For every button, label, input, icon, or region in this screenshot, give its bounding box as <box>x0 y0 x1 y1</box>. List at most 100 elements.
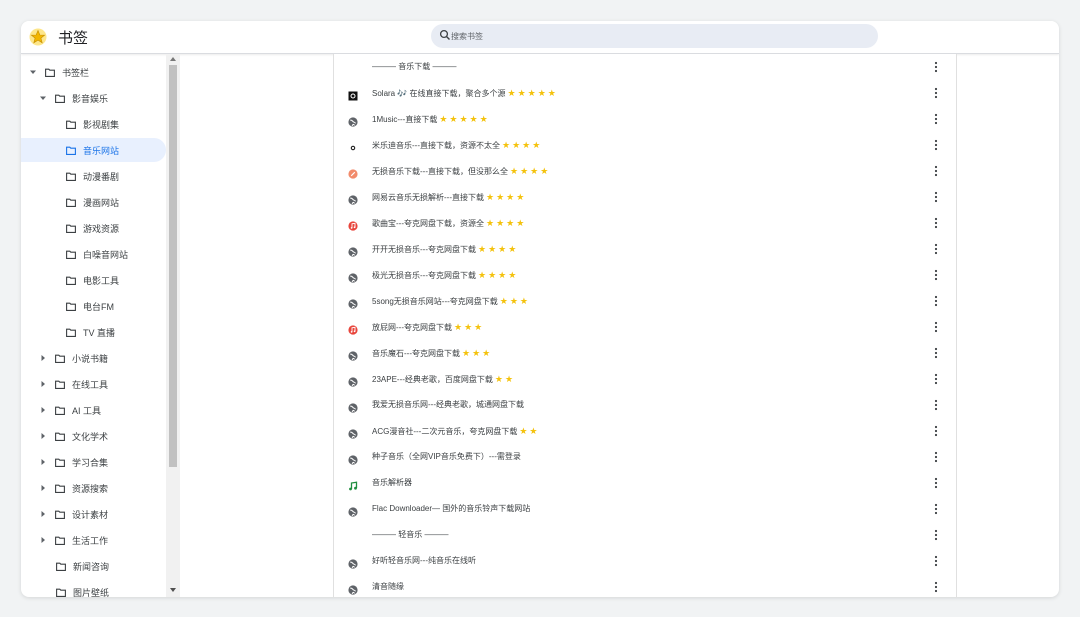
more-vert-icon[interactable] <box>934 581 938 593</box>
search-input[interactable] <box>451 24 871 48</box>
bookmark-title: 开开无损音乐---夸克网盘下载 ★★★★ <box>372 236 518 262</box>
sidebar-folder[interactable]: 漫画网站 <box>21 190 166 214</box>
more-vert-icon[interactable] <box>934 61 938 73</box>
sidebar-folder[interactable]: 图片壁纸 <box>21 580 166 597</box>
more-vert-icon[interactable] <box>934 425 938 437</box>
bookmark-row[interactable]: 5song无损音乐网站---夸克网盘下载 ★★★ <box>334 288 956 314</box>
search-box[interactable] <box>431 24 878 48</box>
scroll-down-arrow-icon[interactable] <box>170 588 176 592</box>
bookmark-star-logo-icon <box>29 28 47 46</box>
sidebar-folder[interactable]: 文化学术 <box>21 424 166 448</box>
more-vert-icon[interactable] <box>934 399 938 411</box>
more-vert-icon[interactable] <box>934 217 938 229</box>
more-vert-icon[interactable] <box>934 321 938 333</box>
separator-row[interactable]: ——— 轻音乐 ——— <box>334 522 956 548</box>
more-vert-icon[interactable] <box>934 269 938 281</box>
bookmark-row[interactable]: 音乐魔石---夸克网盘下载 ★★★ <box>334 340 956 366</box>
bookmark-title: 极光无损音乐---夸克网盘下载 ★★★★ <box>372 262 518 288</box>
sidebar-folder[interactable]: 书签栏 <box>21 60 166 84</box>
separator-row[interactable]: ——— 音乐下载 ——— <box>334 54 956 80</box>
bookmark-row[interactable]: 23APE---经典老歌，百度网盘下载 ★★ <box>334 366 956 392</box>
scroll-up-arrow-icon[interactable] <box>170 57 176 61</box>
folder-icon <box>66 224 76 233</box>
caret-right-icon[interactable] <box>39 536 47 544</box>
globe-icon <box>348 244 358 257</box>
bookmark-row[interactable]: 种子音乐（全网VIP音乐免费下）---需登录 <box>334 444 956 470</box>
bookmark-row[interactable]: 放屁网---夸克网盘下载 ★★★ <box>334 314 956 340</box>
bookmark-row[interactable]: 1Music---直接下载 ★★★★★ <box>334 106 956 132</box>
bookmark-row[interactable]: 音乐解析器 <box>334 470 956 496</box>
rating-stars: ★★★★ <box>486 192 527 202</box>
bookmark-row[interactable]: ACG漫音社---二次元音乐，夸克网盘下载 ★★ <box>334 418 956 444</box>
bookmark-row[interactable]: 我爱无损音乐网---经典老歌，城通网盘下载 <box>334 392 956 418</box>
more-vert-icon[interactable] <box>934 451 938 463</box>
folder-icon <box>56 562 66 571</box>
bookmark-title-text: 歌曲宝---夸克网盘下载，资源全 <box>372 219 484 228</box>
bookmark-title: 放屁网---夸克网盘下载 ★★★ <box>372 314 484 340</box>
sidebar-folder[interactable]: 影视剧集 <box>21 112 166 136</box>
sidebar-scrollbar[interactable] <box>166 54 180 597</box>
more-vert-icon[interactable] <box>934 477 938 489</box>
bookmark-title: 我爱无损音乐网---经典老歌，城通网盘下载 <box>372 392 524 418</box>
more-vert-icon[interactable] <box>934 295 938 307</box>
caret-right-icon[interactable] <box>39 380 47 388</box>
more-vert-icon[interactable] <box>934 529 938 541</box>
more-vert-icon[interactable] <box>934 165 938 177</box>
scroll-thumb[interactable] <box>169 65 177 467</box>
bookmark-row[interactable]: Flac Downloader— 国外的音乐铃声下载网站 <box>334 496 956 522</box>
bookmark-title-text: 1Music---直接下载 <box>372 115 438 124</box>
folder-label: 文化学术 <box>72 431 109 442</box>
more-vert-icon[interactable] <box>934 347 938 359</box>
bookmark-title: 音乐解析器 <box>372 470 412 496</box>
caret-right-icon[interactable] <box>39 354 47 362</box>
sidebar-folder[interactable]: 设计素材 <box>21 502 166 526</box>
folder-label: 影音娱乐 <box>72 93 109 104</box>
sidebar-folder[interactable]: 小说书籍 <box>21 346 166 370</box>
sidebar-folder[interactable]: 白噪音网站 <box>21 242 166 266</box>
caret-down-icon[interactable] <box>39 94 47 102</box>
caret-right-icon[interactable] <box>39 484 47 492</box>
bookmark-row[interactable]: 清音随缘 <box>334 574 956 597</box>
more-vert-icon[interactable] <box>934 87 938 99</box>
sidebar-folder[interactable]: 音乐网站 <box>21 138 166 162</box>
sidebar-folder[interactable]: 新闻咨询 <box>21 554 166 578</box>
bookmark-row[interactable]: 好听轻音乐网---纯音乐在线听 <box>334 548 956 574</box>
caret-right-icon[interactable] <box>39 510 47 518</box>
sidebar-folder[interactable]: 在线工具 <box>21 372 166 396</box>
more-vert-icon[interactable] <box>934 191 938 203</box>
bookmark-title-text: 好听轻音乐网---纯音乐在线听 <box>372 556 476 565</box>
sidebar-folder[interactable]: 生活工作 <box>21 528 166 552</box>
more-vert-icon[interactable] <box>934 373 938 385</box>
folder-label: 生活工作 <box>72 535 109 546</box>
bookmark-row[interactable]: Solara 🎶 在线直接下载，聚合多个源 ★★★★★ <box>334 80 956 106</box>
sidebar-folder[interactable]: 游戏资源 <box>21 216 166 240</box>
bookmark-row[interactable]: 极光无损音乐---夸克网盘下载 ★★★★ <box>334 262 956 288</box>
bookmark-title: 5song无损音乐网站---夸克网盘下载 ★★★ <box>372 288 530 314</box>
bookmark-row[interactable]: 开开无损音乐---夸克网盘下载 ★★★★ <box>334 236 956 262</box>
folder-label: 小说书籍 <box>72 353 109 364</box>
more-vert-icon[interactable] <box>934 243 938 255</box>
more-vert-icon[interactable] <box>934 555 938 567</box>
caret-right-icon[interactable] <box>39 406 47 414</box>
caret-down-icon[interactable] <box>29 68 37 76</box>
bookmark-row[interactable]: 无损音乐下载---直接下载，但没那么全 ★★★★ <box>334 158 956 184</box>
bookmark-row[interactable]: 网易云音乐无损解析---直接下载 ★★★★ <box>334 184 956 210</box>
sidebar-folder[interactable]: 动漫番剧 <box>21 164 166 188</box>
sidebar-folder[interactable]: 资源搜索 <box>21 476 166 500</box>
caret-right-icon[interactable] <box>39 458 47 466</box>
more-vert-icon[interactable] <box>934 113 938 125</box>
sidebar-folder[interactable]: 影音娱乐 <box>21 86 166 110</box>
sidebar-folder[interactable]: AI 工具 <box>21 398 166 422</box>
bookmark-row[interactable]: 歌曲宝---夸克网盘下载，资源全 ★★★★ <box>334 210 956 236</box>
sidebar-folder[interactable]: TV 直播 <box>21 320 166 344</box>
bookmark-title-text: Solara 🎶 在线直接下载，聚合多个源 <box>372 89 506 98</box>
sidebar-folder[interactable]: 电影工具 <box>21 268 166 292</box>
app-title: 书签 <box>58 30 89 47</box>
more-vert-icon[interactable] <box>934 139 938 151</box>
more-vert-icon[interactable] <box>934 503 938 515</box>
sidebar-folder[interactable]: 学习合集 <box>21 450 166 474</box>
bookmark-row[interactable]: 米乐迪音乐---直接下载，资源不太全 ★★★★ <box>334 132 956 158</box>
sidebar-folder[interactable]: 电台FM <box>21 294 166 318</box>
caret-right-icon[interactable] <box>39 432 47 440</box>
bookmark-title: 种子音乐（全网VIP音乐免费下）---需登录 <box>372 444 521 470</box>
